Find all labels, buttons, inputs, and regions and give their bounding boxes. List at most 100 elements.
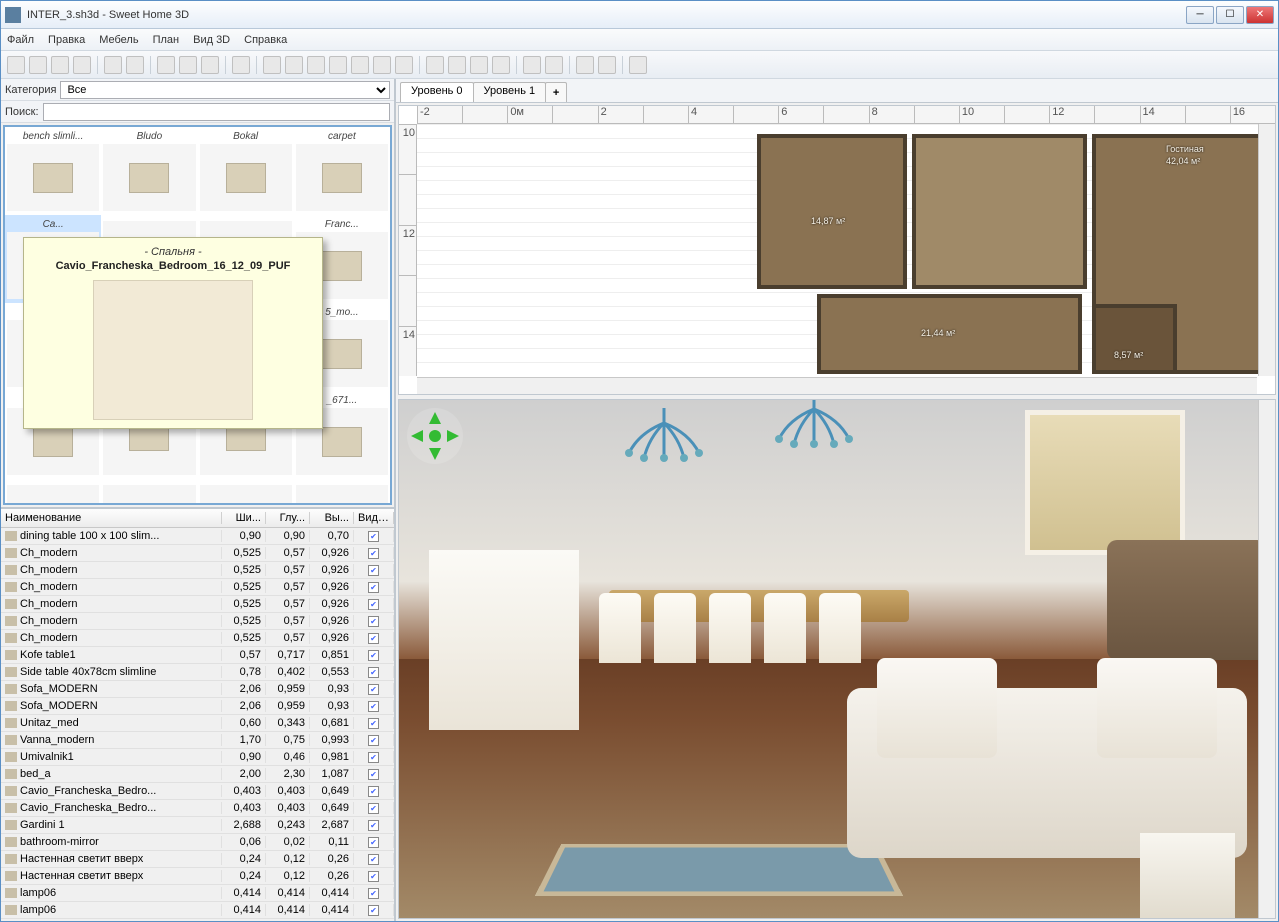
open-icon[interactable]	[29, 56, 47, 74]
visibility-checkbox[interactable]: ✔	[368, 854, 379, 865]
catalog-item[interactable]: carpet	[294, 127, 390, 215]
create-walls-icon[interactable]	[307, 56, 325, 74]
catalog-item[interactable]	[5, 479, 101, 505]
create-dimensions-icon[interactable]	[373, 56, 391, 74]
col-height-header[interactable]: Вы...	[310, 512, 354, 524]
search-input[interactable]	[43, 103, 390, 121]
add-furniture-icon[interactable]	[232, 56, 250, 74]
tab-add-level[interactable]: +	[545, 82, 567, 102]
table-row[interactable]: Настенная светит вверх0,240,120,26✔	[1, 851, 394, 868]
preferences-icon[interactable]	[73, 56, 91, 74]
table-row[interactable]: Ch_modern0,5250,570,926✔	[1, 579, 394, 596]
visibility-checkbox[interactable]: ✔	[368, 548, 379, 559]
table-row[interactable]: Vanna_modern1,700,750,993✔	[1, 732, 394, 749]
menu-3dview[interactable]: Вид 3D	[193, 34, 230, 46]
select-icon[interactable]	[263, 56, 281, 74]
plan-room[interactable]: 8,57 м²	[1092, 304, 1177, 374]
visibility-checkbox[interactable]: ✔	[368, 888, 379, 899]
table-row[interactable]: Ch_modern0,5250,570,926✔	[1, 613, 394, 630]
create-text-icon[interactable]	[395, 56, 413, 74]
visibility-checkbox[interactable]: ✔	[368, 837, 379, 848]
visibility-checkbox[interactable]: ✔	[368, 650, 379, 661]
zoom-out-icon[interactable]	[545, 56, 563, 74]
text-italic-icon[interactable]	[448, 56, 466, 74]
visibility-checkbox[interactable]: ✔	[368, 769, 379, 780]
create-rooms-icon[interactable]	[329, 56, 347, 74]
table-row[interactable]: Gardini 12,6880,2432,687✔	[1, 817, 394, 834]
visibility-checkbox[interactable]: ✔	[368, 786, 379, 797]
visibility-checkbox[interactable]: ✔	[368, 752, 379, 763]
catalog-item[interactable]: Bludo	[101, 127, 197, 215]
catalog-item[interactable]: bench slimli...	[5, 127, 101, 215]
menu-furniture[interactable]: Мебель	[99, 34, 138, 46]
plan-room[interactable]	[912, 134, 1087, 289]
table-row[interactable]: Sofa_MODERN2,060,9590,93✔	[1, 681, 394, 698]
catalog-item[interactable]	[294, 479, 390, 505]
table-row[interactable]: Side table 40x78cm slimline0,780,4020,55…	[1, 664, 394, 681]
table-row[interactable]: dining table 100 x 100 slim...0,900,900,…	[1, 528, 394, 545]
minimize-button[interactable]: ─	[1186, 6, 1214, 24]
visibility-checkbox[interactable]: ✔	[368, 871, 379, 882]
copy-icon[interactable]	[179, 56, 197, 74]
cut-icon[interactable]	[157, 56, 175, 74]
plan-room[interactable]: 14,87 м²	[757, 134, 907, 289]
video-icon[interactable]	[598, 56, 616, 74]
text-bold-icon[interactable]	[426, 56, 444, 74]
save-icon[interactable]	[51, 56, 69, 74]
table-row[interactable]: lamp060,4140,4140,414✔	[1, 885, 394, 902]
text-size-up-icon[interactable]	[470, 56, 488, 74]
table-row[interactable]: Unitaz_med0,600,3430,681✔	[1, 715, 394, 732]
close-button[interactable]: ✕	[1246, 6, 1274, 24]
table-row[interactable]: Ch_modern0,5250,570,926✔	[1, 630, 394, 647]
visibility-checkbox[interactable]: ✔	[368, 565, 379, 576]
maximize-button[interactable]: ☐	[1216, 6, 1244, 24]
col-depth-header[interactable]: Глу...	[266, 512, 310, 524]
redo-icon[interactable]	[126, 56, 144, 74]
view-3d[interactable]	[398, 399, 1276, 919]
zoom-in-icon[interactable]	[523, 56, 541, 74]
create-polyline-icon[interactable]	[351, 56, 369, 74]
plan-canvas[interactable]: 14,87 м² Гостиная42,04 м² 21,44 м² 8,57 …	[417, 124, 1275, 376]
menu-help[interactable]: Справка	[244, 34, 287, 46]
tab-level-1[interactable]: Уровень 1	[473, 82, 547, 102]
furniture-catalog[interactable]: bench slimli...BludoBokalcarpetCa...Fran…	[3, 125, 392, 505]
table-row[interactable]: Cavio_Francheska_Bedro...0,4030,4030,649…	[1, 800, 394, 817]
plan-room[interactable]: 21,44 м²	[817, 294, 1082, 374]
table-row[interactable]: bed_a2,002,301,087✔	[1, 766, 394, 783]
col-name-header[interactable]: Наименование	[1, 512, 222, 524]
table-row[interactable]: bathroom-mirror0,060,020,11✔	[1, 834, 394, 851]
table-row[interactable]: Kofe table10,570,7170,851✔	[1, 647, 394, 664]
table-row[interactable]: Ch_modern0,5250,570,926✔	[1, 596, 394, 613]
visibility-checkbox[interactable]: ✔	[368, 633, 379, 644]
catalog-item[interactable]	[198, 479, 294, 505]
table-row[interactable]: Sofa_MODERN2,060,9590,93✔	[1, 698, 394, 715]
menu-edit[interactable]: Правка	[48, 34, 85, 46]
3d-scrollbar-vertical[interactable]	[1258, 400, 1275, 918]
visibility-checkbox[interactable]: ✔	[368, 684, 379, 695]
visibility-checkbox[interactable]: ✔	[368, 616, 379, 627]
help-icon[interactable]	[629, 56, 647, 74]
tab-level-0[interactable]: Уровень 0	[400, 82, 474, 102]
category-select[interactable]: Все	[60, 81, 390, 99]
visibility-checkbox[interactable]: ✔	[368, 803, 379, 814]
table-row[interactable]: Umivalnik10,900,460,981✔	[1, 749, 394, 766]
undo-icon[interactable]	[104, 56, 122, 74]
visibility-checkbox[interactable]: ✔	[368, 820, 379, 831]
visibility-checkbox[interactable]: ✔	[368, 582, 379, 593]
visibility-checkbox[interactable]: ✔	[368, 531, 379, 542]
visibility-checkbox[interactable]: ✔	[368, 667, 379, 678]
menu-plan[interactable]: План	[153, 34, 180, 46]
col-width-header[interactable]: Ши...	[222, 512, 266, 524]
visibility-checkbox[interactable]: ✔	[368, 905, 379, 916]
visibility-checkbox[interactable]: ✔	[368, 735, 379, 746]
pan-icon[interactable]	[285, 56, 303, 74]
visibility-checkbox[interactable]: ✔	[368, 599, 379, 610]
plan-scrollbar-horizontal[interactable]	[417, 377, 1257, 394]
menu-file[interactable]: Файл	[7, 34, 34, 46]
plan-scrollbar-vertical[interactable]	[1258, 124, 1275, 376]
col-visible-header[interactable]: Види...	[354, 512, 394, 524]
table-row[interactable]: lamp060,4140,4140,414✔	[1, 902, 394, 919]
table-row[interactable]: Cavio_Francheska_Bedro...0,4030,4030,649…	[1, 783, 394, 800]
text-size-down-icon[interactable]	[492, 56, 510, 74]
3d-nav-compass[interactable]	[407, 408, 463, 464]
